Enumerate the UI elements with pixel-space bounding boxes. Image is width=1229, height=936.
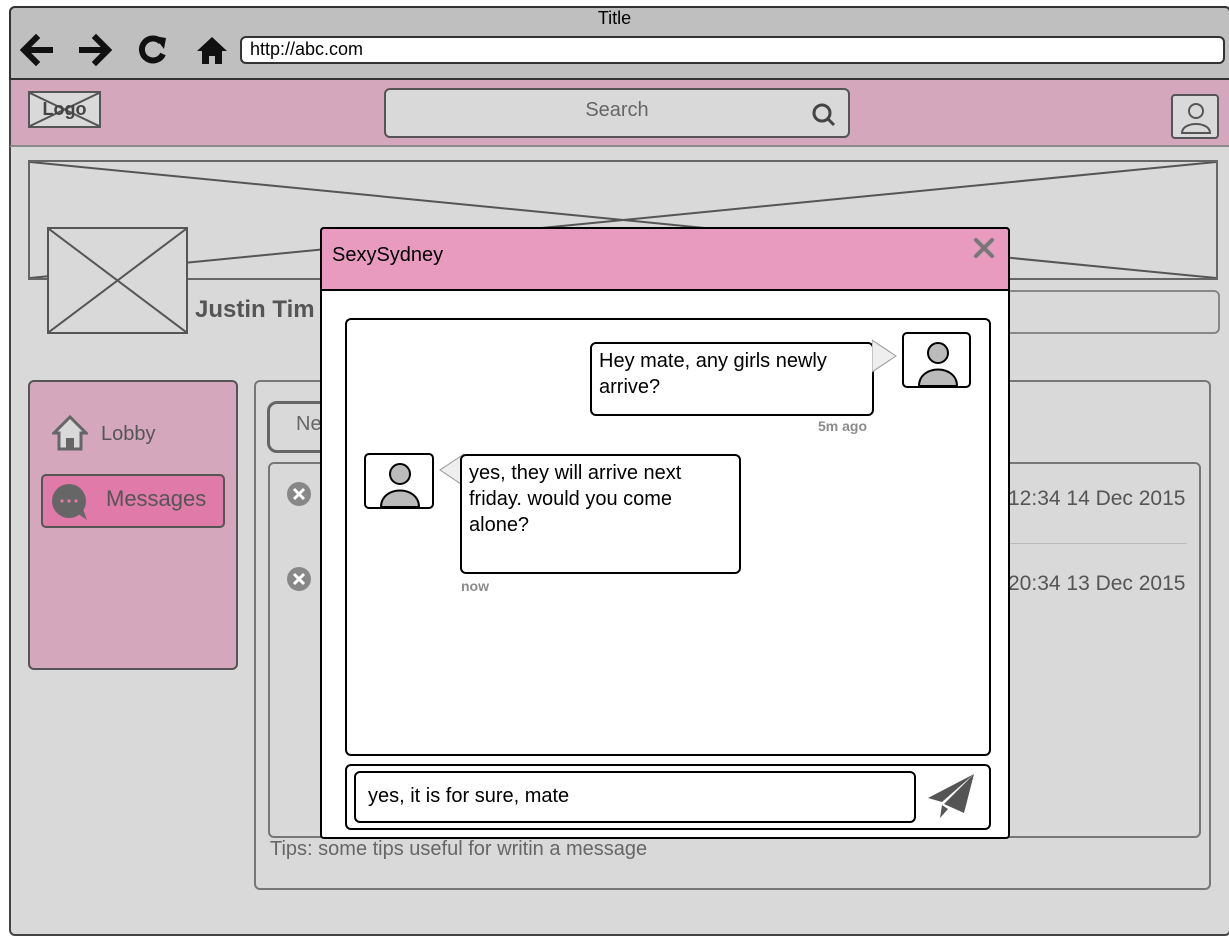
- chat-bubble-icon: [52, 484, 87, 520]
- sent-message-bubble: Hey mate, any girls newly arrive?: [590, 342, 874, 416]
- new-message-label: Ne: [296, 413, 322, 435]
- back-arrow-icon[interactable]: [18, 32, 54, 68]
- message-time: now: [461, 578, 489, 594]
- recipient-avatar: [364, 453, 434, 509]
- forward-arrow-icon[interactable]: [78, 32, 114, 68]
- home-icon: [52, 414, 88, 451]
- delete-icon[interactable]: [286, 481, 312, 507]
- placeholder-cross-icon: [49, 229, 186, 332]
- bubble-pointer: [872, 339, 897, 373]
- message-date: 20:34 13 Dec 2015: [1008, 572, 1186, 595]
- sender-avatar: [902, 332, 971, 388]
- row-divider: [1010, 543, 1187, 544]
- reload-icon[interactable]: [134, 32, 170, 68]
- logo-text: Logo: [42, 99, 87, 119]
- sidebar-item-label: Lobby: [101, 423, 156, 445]
- search-placeholder: Search: [585, 99, 649, 121]
- profile-name: Justin Tim: [195, 296, 315, 323]
- search-icon[interactable]: [809, 100, 839, 128]
- user-avatar-icon: [917, 342, 959, 386]
- tips-text: Tips: some tips useful for writin a mess…: [270, 838, 648, 860]
- user-avatar-icon: [1180, 103, 1212, 134]
- profile-picture-placeholder: [47, 227, 188, 334]
- message-input[interactable]: yes, it is for sure, mate: [354, 771, 916, 823]
- send-icon[interactable]: [926, 771, 976, 821]
- chat-dialog-title: SexySydney: [332, 244, 444, 266]
- address-bar[interactable]: http://abc.com: [240, 36, 1225, 64]
- message-date: 12:34 14 Dec 2015: [1008, 487, 1186, 510]
- delete-icon[interactable]: [286, 566, 312, 592]
- user-avatar-icon: [379, 463, 421, 507]
- window-title: Title: [597, 8, 632, 28]
- logo-placeholder[interactable]: Logo: [28, 91, 101, 128]
- home-icon[interactable]: [194, 32, 230, 68]
- profile-info-bar: [1008, 290, 1220, 334]
- received-message-bubble: yes, they will arrive next friday. would…: [460, 454, 741, 574]
- close-icon[interactable]: [972, 236, 996, 260]
- message-time: 5m ago: [818, 418, 868, 434]
- user-avatar-button[interactable]: [1171, 94, 1219, 139]
- sidebar-item-label: Messages: [106, 486, 207, 511]
